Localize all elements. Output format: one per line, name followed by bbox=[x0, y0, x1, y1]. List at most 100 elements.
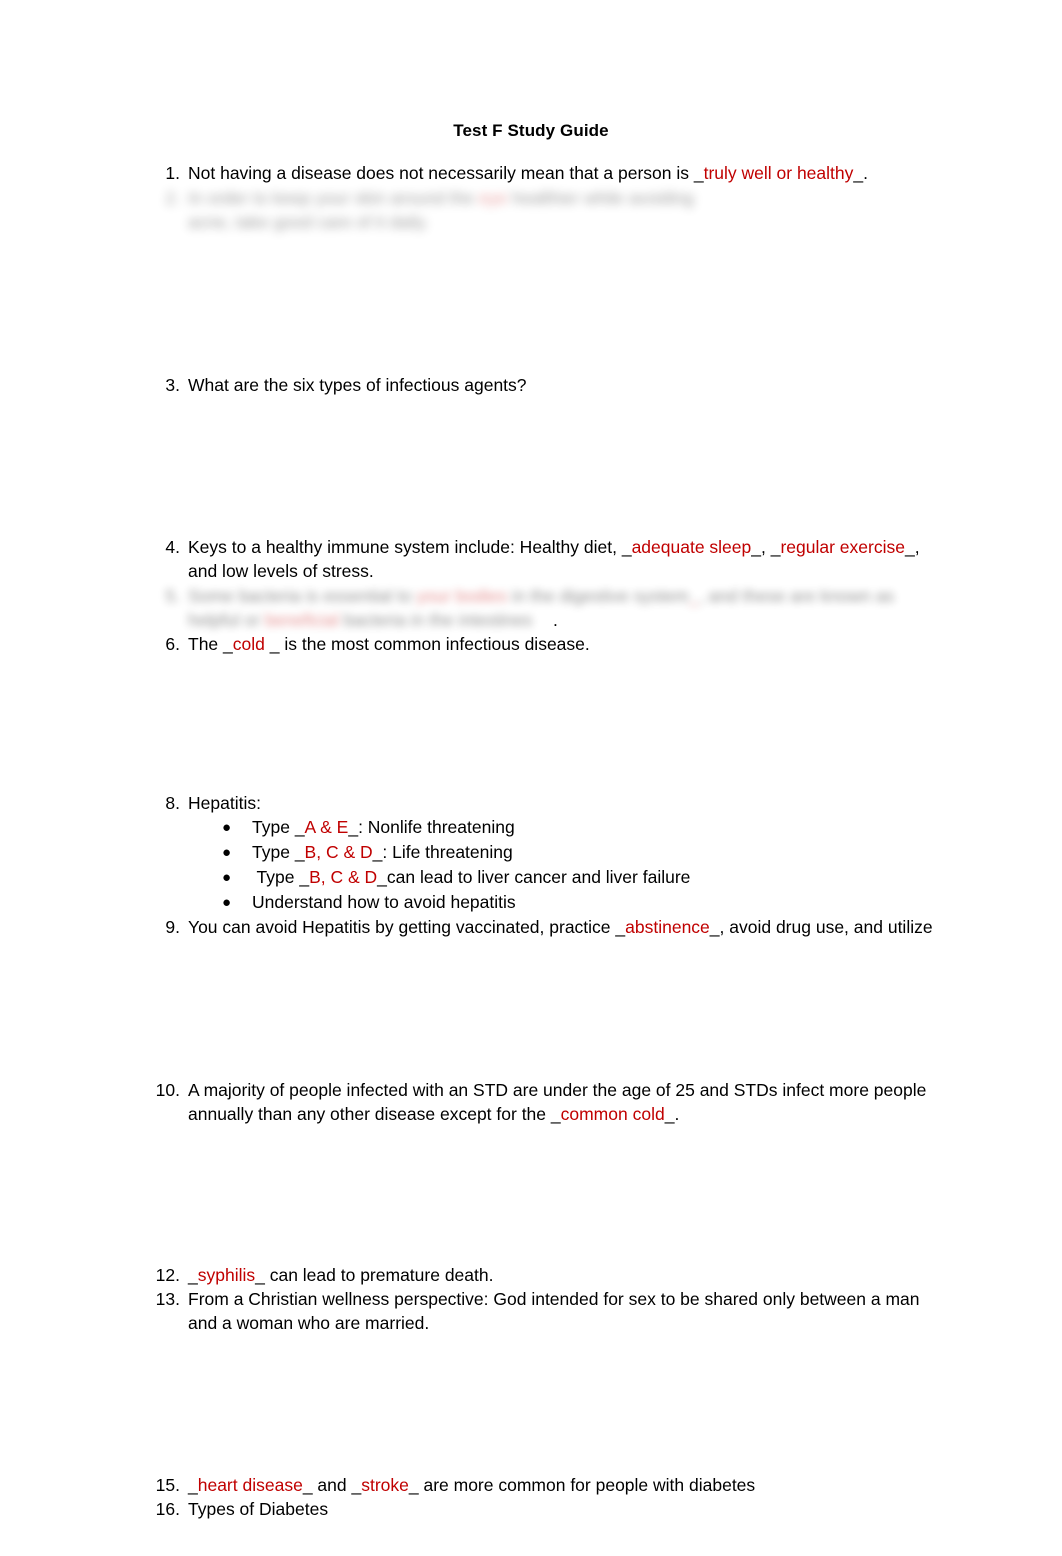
list-item-4: 4. Keys to a healthy immune system inclu… bbox=[152, 535, 942, 583]
list-item-1: 1. Not having a disease does not necessa… bbox=[152, 161, 942, 185]
bullet4-text: Understand how to avoid hepatitis bbox=[252, 892, 516, 912]
item4-line2: and low levels of stress. bbox=[188, 561, 374, 581]
item15-answer-2: stroke bbox=[361, 1475, 409, 1495]
bullet-icon: ● bbox=[222, 869, 232, 886]
list-item-15: 15. _heart disease_ and _stroke_ are mor… bbox=[152, 1473, 942, 1497]
item1-underscore-close: _ bbox=[853, 163, 864, 183]
bullet1-underscore-close: _ bbox=[348, 817, 359, 837]
list-text-6: The _cold _ is the most common infectiou… bbox=[188, 632, 942, 656]
bullet1-pre: Type bbox=[252, 817, 295, 837]
item12-underscore-open: _ bbox=[188, 1265, 198, 1285]
list-number-3: 3. bbox=[165, 375, 180, 395]
item5-trailing-period: . bbox=[553, 610, 558, 630]
list-item-bullet: ● Understand how to avoid hepatitis bbox=[222, 890, 962, 915]
item12-underscore-close: _ bbox=[255, 1265, 265, 1285]
item5-line1-mid: in the digestive system bbox=[507, 586, 689, 606]
bullet2-answer: B, C & D bbox=[304, 842, 373, 862]
list-item-10: 10. A majority of people infected with a… bbox=[152, 1078, 942, 1126]
bullet1-post: : Nonlife threatening bbox=[358, 817, 515, 837]
item13-line2: and a woman who are married. bbox=[188, 1313, 430, 1333]
list-text-5: Some bacteria is essential to your bodie… bbox=[188, 584, 952, 632]
list-item-2-redacted: 2. In order to keep your skin around the… bbox=[152, 186, 952, 234]
item1-answer: truly well or healthy bbox=[703, 163, 854, 183]
item5-line1-pre: Some bacteria is essential to bbox=[188, 586, 417, 606]
list-number-12: 12. bbox=[155, 1265, 180, 1285]
list-item-13: 13. From a Christian wellness perspectiv… bbox=[152, 1287, 942, 1335]
list-item-3: 3. What are the six types of infectious … bbox=[152, 373, 942, 397]
list-number-9: 9. bbox=[165, 917, 180, 937]
page-title: Test F Study Guide bbox=[453, 121, 609, 140]
list-text-1: Not having a disease does not necessaril… bbox=[188, 161, 942, 185]
item4-post: , bbox=[914, 537, 920, 557]
item4-underscore-open: _ bbox=[621, 537, 632, 557]
list-text-12: _syphilis_ can lead to premature death. bbox=[188, 1263, 942, 1287]
list-item-5-redacted: 5. Some bacteria is essential to your bo… bbox=[152, 584, 952, 632]
bullet3-pre: Type bbox=[252, 867, 300, 887]
item6-pre: The bbox=[188, 634, 224, 654]
item2-line1-post: healthier while avoiding bbox=[507, 188, 694, 208]
list-number-8: 8. bbox=[165, 793, 180, 813]
list-item-bullet: ● Type _A & E_: Nonlife threatening bbox=[222, 815, 962, 840]
bullet3-underscore-open: _ bbox=[299, 867, 310, 887]
item5-underscore: _ bbox=[688, 586, 699, 606]
item9-answer: abstinence bbox=[625, 917, 710, 937]
item2-line2: acne, take good care of it daily. bbox=[188, 212, 429, 232]
bullet3-post: can lead to liver cancer and liver failu… bbox=[386, 867, 691, 887]
item9-pre: You can avoid Hepatitis by getting vacci… bbox=[188, 917, 616, 937]
bullet2-pre: Type bbox=[252, 842, 295, 862]
item10-line1: A majority of people infected with an ST… bbox=[188, 1080, 927, 1100]
item1-pre: Not having a disease does not necessaril… bbox=[188, 163, 694, 183]
list-number-1: 1. bbox=[165, 163, 180, 183]
list-number-16: 16. bbox=[155, 1499, 180, 1519]
item10-underscore-open: _ bbox=[550, 1104, 561, 1124]
item15-underscore-close-1: _ bbox=[302, 1475, 313, 1495]
item4-answer-2: regular exercise bbox=[780, 537, 905, 557]
document-page: Test F Study Guide 1. Not having a disea… bbox=[0, 0, 1062, 1556]
bullet2-underscore-open: _ bbox=[294, 842, 305, 862]
bullet2-post: : Life threatening bbox=[382, 842, 513, 862]
list-text-8: Hepatitis: bbox=[188, 793, 261, 813]
item12-answer: syphilis bbox=[197, 1265, 256, 1285]
item6-underscore-close: _ bbox=[264, 634, 280, 654]
list-number-10: 10. bbox=[155, 1080, 180, 1100]
item2-answer: eye bbox=[478, 188, 508, 208]
item6-answer: cold bbox=[232, 634, 265, 654]
bullet-icon: ● bbox=[222, 844, 232, 861]
item1-underscore-open: _ bbox=[693, 163, 704, 183]
bullet1-underscore-open: _ bbox=[294, 817, 305, 837]
item15-underscore-close-2: _ bbox=[408, 1475, 419, 1495]
list-text-3: What are the six types of infectious age… bbox=[188, 375, 527, 395]
list-text-13: From a Christian wellness perspective: G… bbox=[188, 1287, 942, 1335]
list-text-15: _heart disease_ and _stroke_ are more co… bbox=[188, 1473, 942, 1497]
item10-line2-pre: annually than any other disease except f… bbox=[188, 1104, 551, 1124]
list-text-2: In order to keep your skin around the ey… bbox=[188, 186, 952, 234]
list-item-16: 16. Types of Diabetes bbox=[152, 1497, 942, 1521]
item9-underscore-close: _ bbox=[709, 917, 720, 937]
item1-post: . bbox=[863, 163, 868, 183]
item5-line2-post: bacteria in the intestines bbox=[338, 610, 533, 630]
list-item-bullet: ● Type _B, C & D_can lead to liver cance… bbox=[222, 865, 962, 890]
list-number-5: 5. bbox=[165, 586, 180, 606]
list-number-4: 4. bbox=[165, 537, 180, 557]
bullet-icon: ● bbox=[222, 819, 232, 836]
item5-line2-pre: helpful or bbox=[188, 610, 265, 630]
list-text-10: A majority of people infected with an ST… bbox=[188, 1078, 942, 1126]
item5-line1-post: , and these are known as bbox=[698, 586, 895, 606]
list-item-9: 9. You can avoid Hepatitis by getting va… bbox=[152, 915, 942, 939]
item5-answer-1: your bodies bbox=[416, 586, 508, 606]
list-text-16: Types of Diabetes bbox=[188, 1499, 329, 1519]
item15-answer-1: heart disease bbox=[197, 1475, 303, 1495]
item10-underscore-close: _ bbox=[664, 1104, 675, 1124]
list-item-6: 6. The _cold _ is the most common infect… bbox=[152, 632, 942, 656]
list-text-9: You can avoid Hepatitis by getting vacci… bbox=[188, 915, 942, 939]
item6-post: is the most common infectious disease. bbox=[279, 634, 590, 654]
hepatitis-bullet-list: ● Type _A & E_: Nonlife threatening ● Ty… bbox=[222, 815, 962, 915]
item15-post: are more common for people with diabetes bbox=[418, 1475, 756, 1495]
list-number-13: 13. bbox=[155, 1289, 180, 1309]
list-number-15: 15. bbox=[155, 1475, 180, 1495]
item15-mid: and bbox=[312, 1475, 352, 1495]
item4-underscore-close: _ bbox=[904, 537, 915, 557]
item6-underscore-open: _ bbox=[223, 634, 233, 654]
bullet1-answer: A & E bbox=[304, 817, 349, 837]
item10-post: . bbox=[674, 1104, 680, 1124]
